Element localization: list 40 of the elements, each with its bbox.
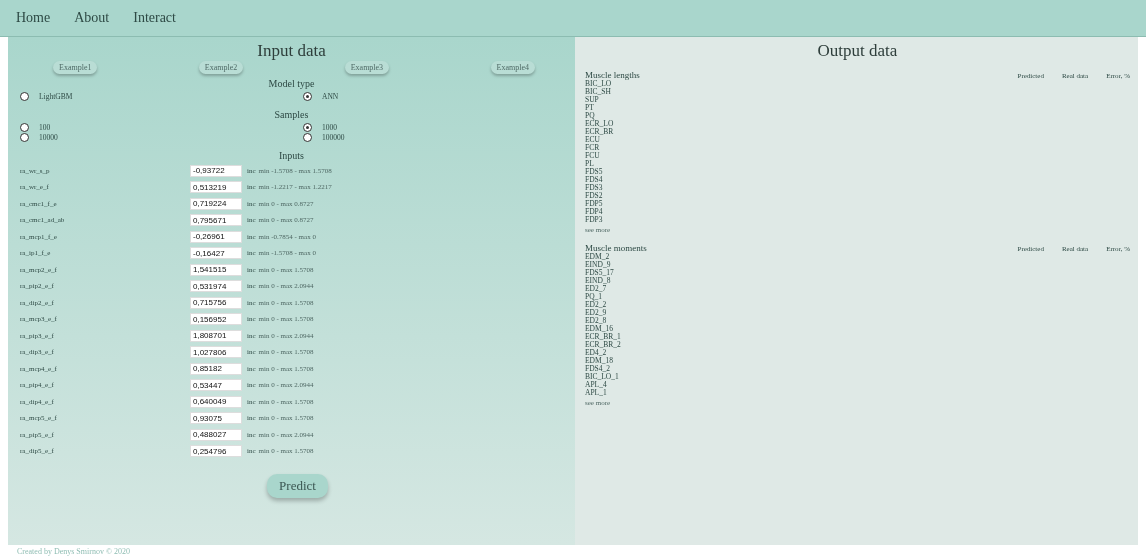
radio-button[interactable] <box>303 123 312 132</box>
input-field[interactable]: 0,254796 <box>190 445 242 458</box>
section-title: Muscle lengths <box>585 70 640 80</box>
input-field[interactable]: -0,16427 <box>190 247 242 260</box>
input-field[interactable]: -0,26961 <box>190 230 242 243</box>
input-field[interactable]: 0,795671 <box>190 214 242 227</box>
input-field[interactable]: 1,541515 <box>190 263 242 276</box>
nav-link[interactable]: Home <box>16 10 51 26</box>
input-field[interactable]: -0,93722 <box>190 164 242 177</box>
group-title: Model type <box>267 78 316 89</box>
radio-button[interactable] <box>20 92 29 101</box>
input-field[interactable]: 1,808701 <box>190 329 242 342</box>
input-field[interactable]: 1,027806 <box>190 346 242 359</box>
predict-button[interactable]: Predict <box>267 474 328 498</box>
section-title: Muscle moments <box>585 243 647 253</box>
example-button[interactable]: Example1 <box>53 61 98 74</box>
footer-text: Created by Denys Smirnov © 2020 <box>16 546 131 556</box>
nav-link[interactable]: About <box>74 10 110 26</box>
group-title: Samples <box>273 109 310 120</box>
radio-button[interactable] <box>303 92 312 101</box>
input-field[interactable]: 0,531974 <box>190 280 242 293</box>
radio-button[interactable] <box>20 123 29 132</box>
input-field[interactable]: 0,715756 <box>190 296 242 309</box>
input-field[interactable]: 0,513219 <box>190 181 242 194</box>
nav-link[interactable]: Interact <box>133 10 176 26</box>
panel-title: Output data <box>816 41 899 61</box>
group-title: Inputs <box>278 150 305 161</box>
radio-button[interactable] <box>303 133 312 142</box>
example-button[interactable]: Example4 <box>490 61 535 74</box>
input-field[interactable]: 0,640049 <box>190 395 242 408</box>
radio-button[interactable] <box>20 133 29 142</box>
input-field[interactable]: 0,85182 <box>190 362 242 375</box>
input-field[interactable]: 0,93075 <box>190 412 242 425</box>
example-button[interactable]: Example2 <box>198 61 244 74</box>
input-field[interactable]: 0,719224 <box>190 197 242 210</box>
panel-title: Input data <box>256 41 327 61</box>
example-button[interactable]: Example3 <box>344 61 390 74</box>
input-field[interactable]: 0,488027 <box>190 428 242 441</box>
input-field[interactable]: 0,53447 <box>190 379 242 392</box>
input-field[interactable]: 0,156952 <box>190 313 242 326</box>
